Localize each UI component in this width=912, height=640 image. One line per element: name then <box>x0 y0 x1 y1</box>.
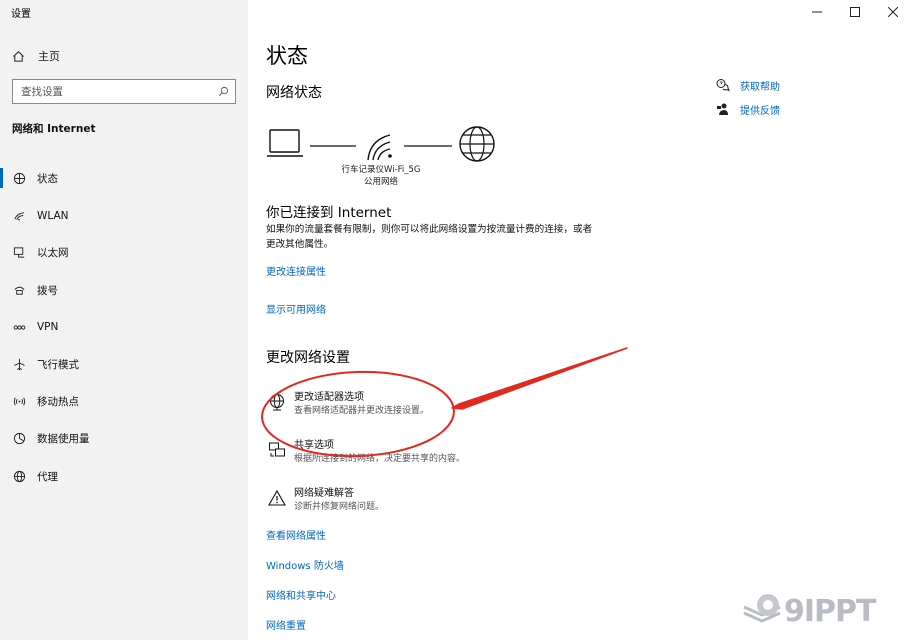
get-help-label: 获取帮助 <box>740 81 780 93</box>
network-reset-link[interactable]: 网络重置 <box>266 617 306 632</box>
sidebar-item-label: 移动热点 <box>37 396 79 409</box>
sidebar-section-label: 网络和 Internet <box>12 123 96 135</box>
watermark-logo-icon <box>743 594 781 623</box>
window-controls <box>798 0 912 24</box>
sidebar-item-label: 以太网 <box>37 247 69 260</box>
option-troubleshoot[interactable]: 网络疑难解答 诊断并修复网络问题。 <box>266 487 586 521</box>
sidebar-home[interactable]: 主页 <box>12 46 60 66</box>
watermark-text: 9IPPT <box>784 593 876 629</box>
sidebar-item-hotspot[interactable]: 移动热点 <box>0 383 248 420</box>
option-title: 更改适配器选项 <box>294 392 364 403</box>
network-type: 公用网络 <box>363 177 398 187</box>
search-box[interactable] <box>12 79 236 104</box>
wifi-signal-icon <box>367 134 392 161</box>
sidebar-item-dialup[interactable]: 拨号 <box>0 272 248 309</box>
option-title: 网络疑难解答 <box>294 488 354 499</box>
network-sharing-center-link[interactable]: 网络和共享中心 <box>266 587 336 602</box>
feedback-icon <box>717 103 728 115</box>
sidebar-item-label: WLAN <box>37 209 69 222</box>
active-indicator <box>0 168 3 188</box>
data-usage-icon <box>12 432 26 446</box>
sidebar-item-label: 状态 <box>37 173 58 186</box>
sidebar-item-proxy[interactable]: 代理 <box>0 458 248 495</box>
minimize-button[interactable] <box>798 0 836 24</box>
wifi-icon <box>12 209 26 223</box>
vpn-icon <box>12 320 26 334</box>
status-icon <box>12 172 26 186</box>
page-title: 状态 <box>266 44 308 68</box>
laptop-icon <box>267 129 303 157</box>
show-available-networks-link[interactable]: 显示可用网络 <box>266 301 326 316</box>
option-desc: 诊断并修复网络问题。 <box>294 502 385 512</box>
main-content: 状态 网络状态 行车记录仪Wi-Fi_5G 公用网络 你已连接到 Interne… <box>266 0 706 640</box>
sharing-icon <box>266 439 288 461</box>
proxy-icon <box>12 469 26 483</box>
option-desc: 查看网络适配器并更改连接设置。 <box>294 406 430 416</box>
adapter-icon <box>266 391 288 413</box>
view-network-properties-link[interactable]: 查看网络属性 <box>266 527 326 542</box>
close-icon <box>888 7 898 17</box>
sidebar-item-label: 代理 <box>37 470 58 483</box>
windows-firewall-link[interactable]: Windows 防火墙 <box>266 557 344 572</box>
change-network-settings-heading: 更改网络设置 <box>266 350 350 366</box>
warning-icon <box>266 487 288 509</box>
sidebar-item-label: VPN <box>37 321 59 334</box>
search-icon <box>219 86 229 96</box>
maximize-button[interactable] <box>836 0 874 24</box>
home-icon <box>13 50 24 62</box>
connection-status-heading: 你已连接到 Internet <box>266 205 392 221</box>
feedback-link[interactable]: 提供反馈 <box>716 101 780 117</box>
get-help-link[interactable]: 获取帮助 <box>716 77 780 93</box>
connection-status-desc: 如果你的流量套餐有限制，则你可以将此网络设置为按流量计费的连接，或者更改其他属性… <box>266 224 593 250</box>
network-name: 行车记录仪Wi-Fi_5G <box>341 165 421 175</box>
sidebar-item-vpn[interactable]: VPN <box>0 309 248 346</box>
network-status-heading: 网络状态 <box>266 85 322 101</box>
sidebar-item-data-usage[interactable]: 数据使用量 <box>0 420 248 457</box>
ethernet-icon <box>12 246 26 260</box>
sidebar: 设置 主页 网络和 Internet 状态 WLAN 以太网 拨号 VPN <box>0 0 248 640</box>
minimize-icon <box>812 11 822 13</box>
option-adapter[interactable]: 更改适配器选项 查看网络适配器并更改连接设置。 <box>266 391 586 425</box>
airplane-icon <box>12 358 26 372</box>
globe-icon <box>459 126 495 162</box>
feedback-label: 提供反馈 <box>740 105 780 117</box>
close-button[interactable] <box>874 0 912 24</box>
sidebar-item-label: 数据使用量 <box>37 433 90 446</box>
sidebar-item-label: 拨号 <box>37 284 58 297</box>
network-info: 行车记录仪Wi-Fi_5G 公用网络 <box>336 164 426 188</box>
option-desc: 根据所连接到的网络，决定要共享的内容。 <box>294 454 466 464</box>
sidebar-item-airplane[interactable]: 飞行模式 <box>0 346 248 383</box>
change-connection-properties-link[interactable]: 更改连接属性 <box>266 263 326 278</box>
option-sharing[interactable]: 共享选项 根据所连接到的网络，决定要共享的内容。 <box>266 439 586 473</box>
watermark: 9IPPT <box>742 588 906 634</box>
app-title: 设置 <box>11 9 31 20</box>
sidebar-nav: 状态 WLAN 以太网 拨号 VPN 飞行模式 移动热点 数据使用量 代理 <box>0 160 248 495</box>
hotspot-icon <box>12 395 26 409</box>
dialup-icon <box>12 283 26 297</box>
help-chat-icon <box>716 79 730 92</box>
search-input[interactable] <box>21 85 218 98</box>
sidebar-item-label: 飞行模式 <box>37 359 79 372</box>
sidebar-item-status[interactable]: 状态 <box>0 160 248 197</box>
sidebar-item-wlan[interactable]: WLAN <box>0 197 248 234</box>
sidebar-item-ethernet[interactable]: 以太网 <box>0 234 248 271</box>
option-title: 共享选项 <box>294 440 334 451</box>
maximize-icon <box>850 7 860 17</box>
home-label: 主页 <box>38 50 60 63</box>
